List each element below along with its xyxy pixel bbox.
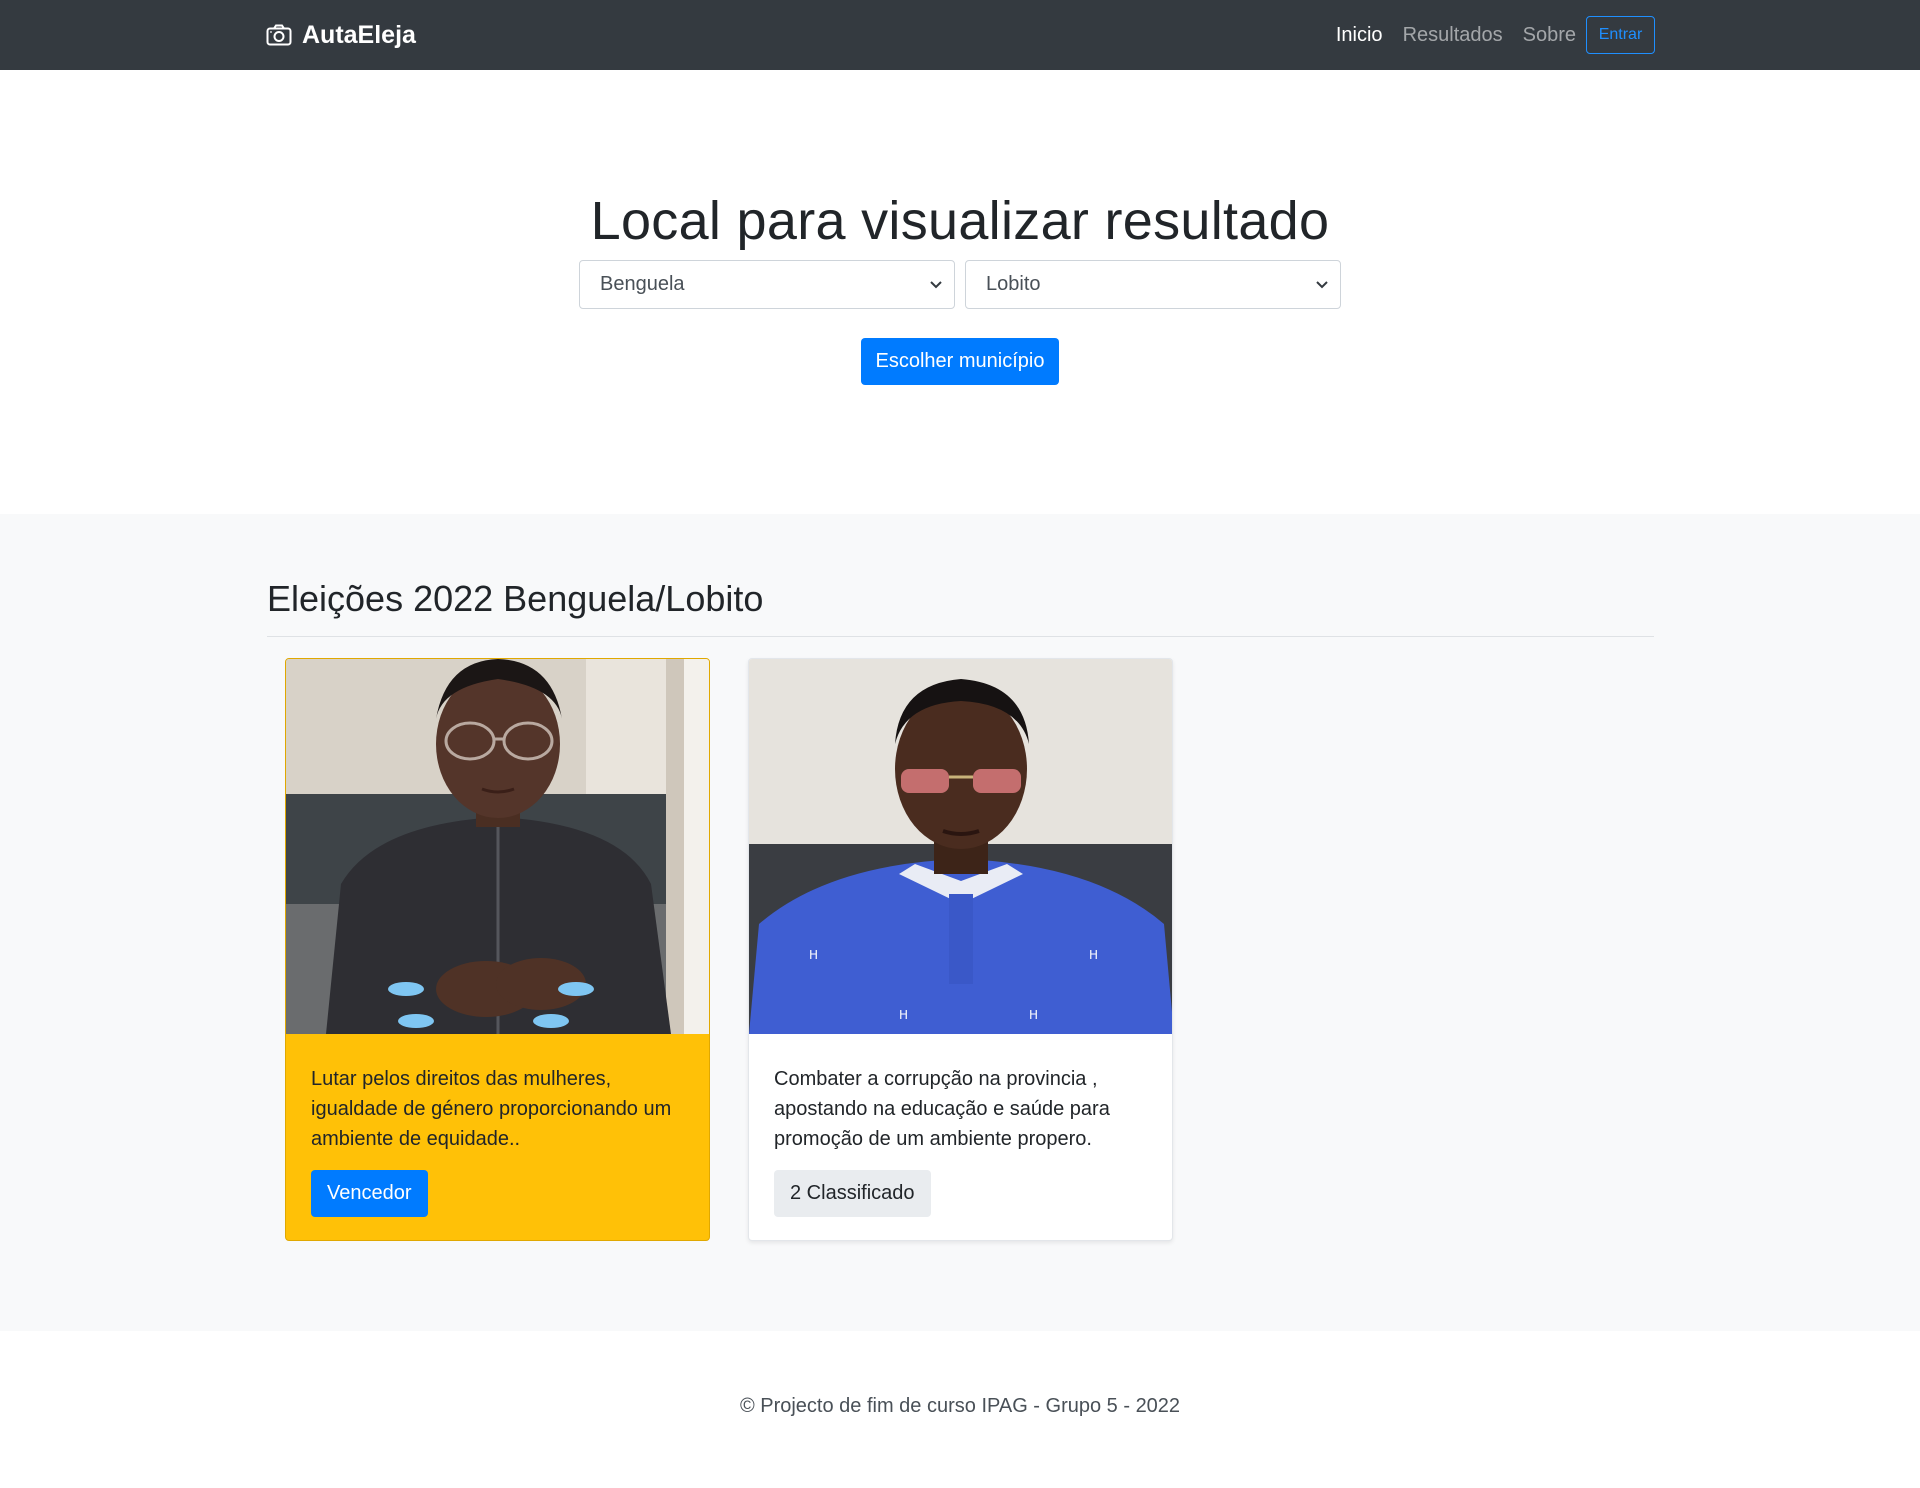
results-title: Eleições 2022 Benguela/Lobito: [267, 578, 764, 619]
hero-title: Local para visualizar resultado: [590, 191, 1330, 251]
svg-text:H: H: [899, 1008, 908, 1022]
footer-text: © Projecto de fim de curso IPAG - Grupo …: [739, 1395, 1181, 1417]
nav-links: Inicio Resultados Sobre Entrar: [1326, 16, 1655, 54]
chevron-down-icon: [930, 281, 942, 289]
section-divider: [267, 636, 1654, 637]
candidate-card-winner: Lutar pelos direitos das mulheres, igual…: [285, 658, 710, 1241]
navbar: AutaEleja Inicio Resultados Sobre Entrar: [0, 0, 1920, 70]
candidate-photo-woman: [286, 659, 709, 1034]
rank-badge-second[interactable]: 2 Classificado: [774, 1170, 931, 1217]
svg-text:H: H: [1029, 1008, 1038, 1022]
results-section: Eleições 2022 Benguela/Lobito Lutar pelo…: [0, 514, 1920, 1331]
camera-icon: [266, 24, 292, 46]
nav-link-inicio[interactable]: Inicio: [1326, 16, 1393, 54]
brand-link[interactable]: AutaEleja: [266, 18, 416, 52]
footer: © Projecto de fim de curso IPAG - Grupo …: [0, 1331, 1920, 1488]
chevron-down-icon: [1316, 281, 1328, 289]
province-select-value: Benguela: [600, 273, 685, 295]
nav-link-sobre[interactable]: Sobre: [1513, 16, 1586, 54]
login-button[interactable]: Entrar: [1586, 16, 1655, 54]
svg-text:H: H: [809, 948, 818, 962]
candidate-photo-man: H H H H: [749, 659, 1172, 1034]
rank-badge-winner[interactable]: Vencedor: [311, 1170, 428, 1217]
candidate-card-second: H H H H Combater a corrupção na provinci…: [748, 658, 1173, 1241]
nav-link-resultados[interactable]: Resultados: [1393, 16, 1513, 54]
province-select[interactable]: Benguela: [579, 260, 955, 309]
municipality-select[interactable]: Lobito: [965, 260, 1341, 309]
candidate-description: Combater a corrupção na provincia , apos…: [774, 1068, 1110, 1150]
candidate-description: Lutar pelos direitos das mulheres, igual…: [311, 1068, 672, 1150]
brand-name: AutaEleja: [302, 20, 416, 49]
svg-text:H: H: [1089, 948, 1098, 962]
municipality-select-value: Lobito: [986, 273, 1041, 295]
hero-section: Local para visualizar resultado Benguela…: [0, 70, 1920, 514]
choose-municipality-button[interactable]: Escolher município: [861, 338, 1059, 385]
